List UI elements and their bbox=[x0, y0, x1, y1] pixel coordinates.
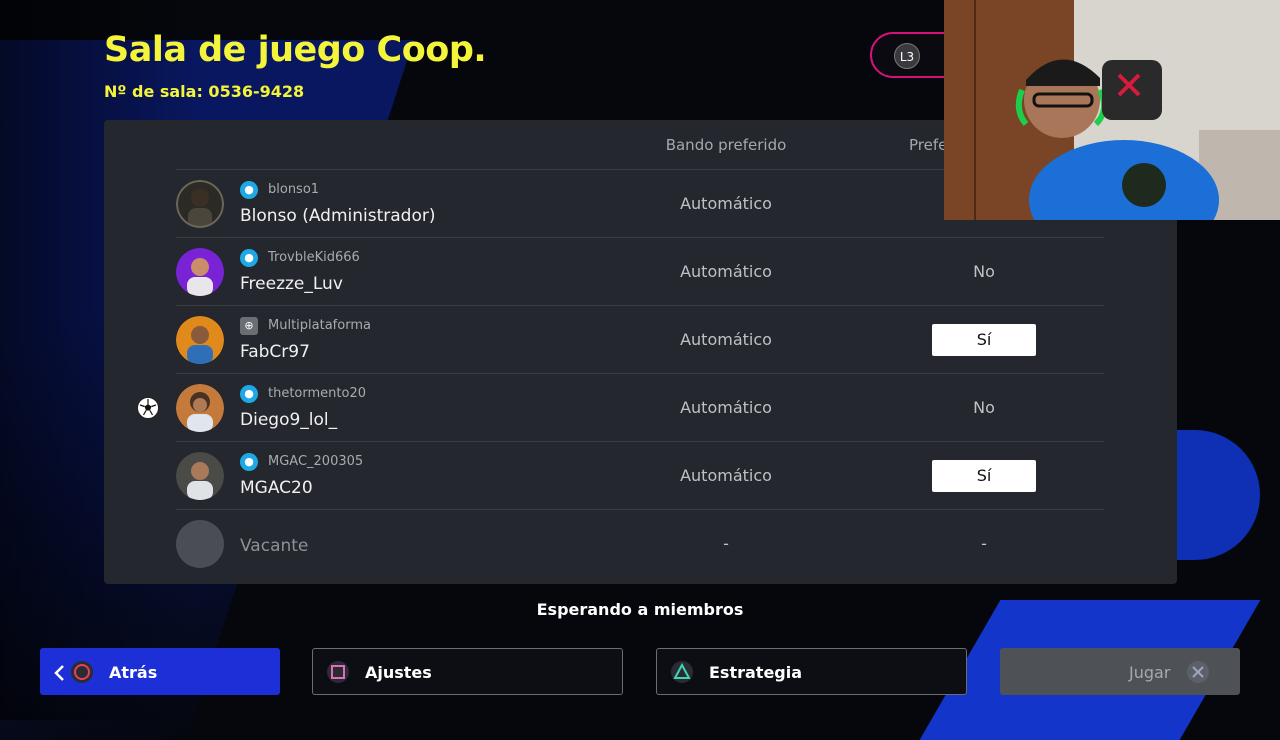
playstation-icon: ● bbox=[240, 453, 258, 471]
member-row[interactable]: ● thetormento20 Diego9_lol_ Automático N… bbox=[176, 374, 1104, 442]
user-name: Diego9_lol_ bbox=[240, 410, 338, 430]
user-name: Freezze_Luv bbox=[240, 274, 343, 294]
column-header-bando: Bando preferido bbox=[665, 136, 787, 154]
bando-value: Automático bbox=[680, 398, 772, 417]
strategy-label: Estrategia bbox=[709, 663, 803, 682]
avatar bbox=[176, 248, 224, 296]
user-name: Blonso (Administrador) bbox=[240, 206, 436, 226]
page-title: Sala de juego Coop. bbox=[104, 30, 487, 70]
empty-avatar bbox=[176, 520, 224, 568]
avatar bbox=[176, 384, 224, 432]
user-id: Multiplataforma bbox=[268, 318, 371, 333]
bando-value: Automático bbox=[680, 262, 772, 281]
playstation-icon: ● bbox=[240, 181, 258, 199]
member-row[interactable]: ● MGAC_200305 MGAC20 Automático Sí bbox=[176, 442, 1104, 510]
preference-value: - bbox=[981, 534, 987, 553]
playstation-icon: ● bbox=[240, 249, 258, 267]
preference-value: No bbox=[973, 398, 995, 417]
member-row[interactable]: ● TrovbleKid666 Freezze_Luv Automático N… bbox=[176, 238, 1104, 306]
square-button-icon bbox=[327, 661, 349, 683]
user-name: MGAC20 bbox=[240, 478, 313, 498]
back-button[interactable]: Atrás bbox=[40, 648, 280, 695]
bando-value: Automático bbox=[680, 194, 772, 213]
strategy-button[interactable]: Estrategia bbox=[656, 648, 967, 695]
settings-label: Ajustes bbox=[365, 663, 432, 682]
preference-badge: Sí bbox=[932, 324, 1036, 356]
settings-button[interactable]: Ajustes bbox=[312, 648, 623, 695]
play-label: Jugar bbox=[1129, 663, 1171, 682]
playstation-icon: ● bbox=[240, 385, 258, 403]
vacant-row[interactable]: Vacante - - bbox=[176, 510, 1104, 578]
bando-value: Automático bbox=[680, 330, 772, 349]
back-label: Atrás bbox=[109, 663, 158, 682]
bando-value: Automático bbox=[680, 466, 772, 485]
user-id: MGAC_200305 bbox=[268, 454, 364, 469]
l3-button-icon: L3 bbox=[894, 43, 920, 69]
user-name: FabCr97 bbox=[240, 342, 310, 362]
triangle-button-icon bbox=[671, 661, 693, 683]
avatar bbox=[176, 452, 224, 500]
circle-button-icon bbox=[71, 661, 93, 683]
member-row[interactable]: ⊕ Multiplataforma FabCr97 Automático Sí bbox=[176, 306, 1104, 374]
avatar bbox=[176, 180, 224, 228]
webcam-overlay bbox=[944, 0, 1280, 220]
waiting-status: Esperando a miembros bbox=[536, 600, 744, 619]
vacant-label: Vacante bbox=[240, 536, 309, 556]
soccer-ball-icon bbox=[137, 397, 159, 419]
avatar bbox=[176, 316, 224, 364]
column-header-preference: Prefe bbox=[909, 136, 948, 154]
cross-button-icon bbox=[1187, 661, 1209, 683]
gamepad-icon: ⊕ bbox=[240, 317, 258, 335]
chevron-left-icon bbox=[54, 665, 64, 681]
preference-value: No bbox=[973, 262, 995, 281]
user-id: TrovbleKid666 bbox=[268, 250, 360, 265]
room-number: Nº de sala: 0536-9428 bbox=[104, 82, 305, 101]
user-id: thetormento20 bbox=[268, 386, 366, 401]
play-button[interactable]: Jugar bbox=[1000, 648, 1240, 695]
bando-value: - bbox=[723, 534, 729, 553]
preference-badge: Sí bbox=[932, 460, 1036, 492]
user-id: blonso1 bbox=[268, 182, 320, 197]
